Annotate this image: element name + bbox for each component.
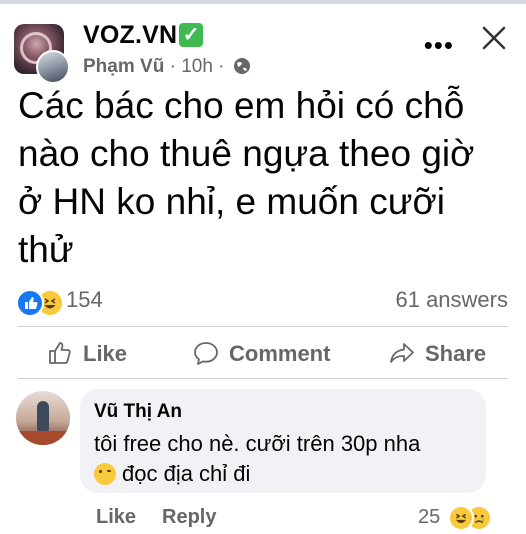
post-line: Các bác cho em hỏi có chỗ: [18, 85, 465, 126]
more-options-icon[interactable]: •••: [424, 30, 454, 61]
group-name[interactable]: VOZ.VN ✓: [83, 21, 204, 50]
kissing-face-icon: [94, 463, 116, 485]
author-name[interactable]: Phạm Vũ: [83, 56, 164, 77]
group-name-text[interactable]: VOZ.VN: [83, 21, 177, 49]
like-label: Like: [83, 341, 128, 366]
answers-count[interactable]: 61 answers: [395, 287, 508, 313]
comment-line: tôi free cho nè. cưỡi trên 30p nha: [94, 431, 421, 456]
post-line: nào cho thuê ngựa theo giờ: [18, 133, 475, 174]
comment-reaction-count[interactable]: 25: [418, 506, 440, 529]
share-arrow-icon: [390, 343, 414, 363]
top-divider: [0, 0, 526, 4]
comment-text: tôi free cho nè. cưỡi trên 30p nha đọc đ…: [94, 429, 479, 489]
comment-like-button[interactable]: Like: [96, 506, 136, 529]
verified-check-icon: ✓: [179, 23, 204, 47]
share-label: Share: [425, 341, 487, 366]
comment-button[interactable]: Comment: [192, 336, 342, 370]
comment-bubble-icon: [194, 342, 218, 365]
comment-label: Comment: [229, 341, 331, 366]
comment-line-2: đọc địa chỉ đi: [94, 459, 479, 489]
commenter-name[interactable]: Vũ Thị An: [94, 401, 182, 423]
comment-reply-button[interactable]: Reply: [162, 506, 216, 529]
author-avatar[interactable]: [36, 50, 70, 84]
avatar-stack[interactable]: [14, 24, 70, 84]
divider: [18, 378, 508, 379]
reaction-count[interactable]: 154: [66, 287, 103, 313]
divider: [18, 326, 508, 327]
comment-line-text: đọc địa chỉ đi: [122, 461, 251, 486]
meta-separator-2: ·: [212, 56, 230, 77]
commenter-avatar[interactable]: [16, 391, 70, 445]
comment-bubble: Vũ Thị An tôi free cho nè. cưỡi trên 30p…: [80, 389, 486, 493]
thumbs-up-icon: [49, 342, 71, 364]
like-button[interactable]: Like: [46, 336, 136, 370]
post-header: VOZ.VN ✓ Phạm Vũ · 10h · •••: [14, 20, 514, 84]
post-time[interactable]: 10h: [181, 56, 213, 77]
close-icon[interactable]: [474, 20, 514, 60]
meta-separator: ·: [164, 56, 182, 77]
post-meta: Phạm Vũ · 10h ·: [83, 56, 251, 78]
post-line: ở HN ko nhỉ, e muốn cưỡi: [18, 181, 445, 222]
share-button[interactable]: Share: [388, 336, 498, 370]
post-line: thử: [18, 229, 74, 270]
globe-icon: [233, 58, 250, 74]
haha-reaction-icon: [448, 505, 474, 531]
like-reaction-icon: [16, 289, 44, 317]
post-text: Các bác cho em hỏi có chỗ nào cho thuê n…: [18, 82, 514, 274]
